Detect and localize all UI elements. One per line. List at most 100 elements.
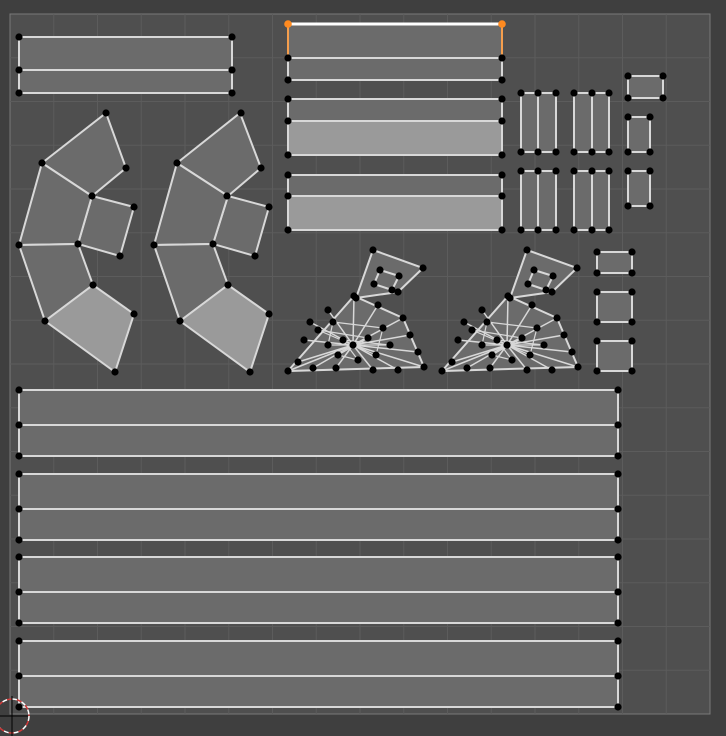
uv-island-strip-top-left[interactable] — [18, 36, 233, 94]
uv-vertex[interactable] — [284, 76, 292, 84]
uv-vertex[interactable] — [503, 341, 511, 349]
uv-vertex[interactable] — [614, 452, 622, 460]
uv-face[interactable] — [18, 36, 233, 71]
uv-vertex[interactable] — [588, 167, 596, 175]
uv-vertex[interactable] — [284, 151, 292, 159]
uv-vertex[interactable] — [38, 159, 46, 167]
uv-vertex[interactable] — [614, 470, 622, 478]
uv-face[interactable] — [18, 424, 619, 457]
uv-vertex[interactable] — [370, 280, 378, 288]
uv-vertex[interactable] — [414, 348, 422, 356]
uv-vertex[interactable] — [605, 226, 613, 234]
uv-vertex[interactable] — [374, 301, 382, 309]
uv-vertex[interactable] — [486, 364, 494, 372]
uv-vertex[interactable] — [552, 148, 560, 156]
uv-vertex[interactable] — [523, 246, 531, 254]
uv-vertex[interactable] — [614, 386, 622, 394]
uv-edge[interactable] — [506, 295, 509, 346]
uv-face[interactable] — [596, 291, 633, 323]
uv-vertex[interactable] — [329, 318, 337, 326]
uv-vertex[interactable] — [324, 306, 332, 314]
uv-vertex[interactable] — [15, 553, 23, 561]
uv-vertex[interactable] — [530, 266, 538, 274]
uv-vertex[interactable] — [173, 159, 181, 167]
uv-vertex[interactable] — [15, 637, 23, 645]
uv-vertex[interactable] — [349, 341, 357, 349]
uv-vertex[interactable] — [228, 33, 236, 41]
uv-vertex[interactable] — [498, 76, 506, 84]
uv-face[interactable] — [287, 23, 503, 59]
uv-vertex[interactable] — [130, 203, 138, 211]
uv-vertex[interactable] — [624, 148, 632, 156]
uv-vertex[interactable] — [438, 367, 446, 375]
uv-vertex[interactable] — [588, 89, 596, 97]
uv-vertex[interactable] — [534, 226, 542, 234]
uv-vertex[interactable] — [284, 54, 292, 62]
uv-vertex[interactable] — [573, 264, 581, 272]
uv-vertex[interactable] — [246, 368, 254, 376]
uv-vertex[interactable] — [498, 54, 506, 62]
uv-vertex[interactable] — [553, 314, 561, 322]
uv-vertex[interactable] — [523, 366, 531, 374]
uv-vertex[interactable] — [448, 358, 456, 366]
uv-vertex[interactable] — [646, 113, 654, 121]
uv-vertex[interactable] — [552, 167, 560, 175]
uv-vertex[interactable] — [379, 324, 387, 332]
uv-vertex[interactable] — [534, 167, 542, 175]
uv-face[interactable] — [627, 75, 664, 99]
uv-face[interactable] — [596, 340, 633, 372]
uv-vertex[interactable] — [420, 363, 428, 371]
uv-vertex[interactable] — [593, 337, 601, 345]
uv-vertex[interactable] — [460, 318, 468, 326]
uv-vertex[interactable] — [524, 280, 532, 288]
uv-vertex[interactable] — [593, 318, 601, 326]
uv-face[interactable] — [18, 556, 619, 593]
uv-vertex[interactable] — [574, 363, 582, 371]
uv-vertex[interactable] — [284, 367, 292, 375]
uv-vertex[interactable] — [533, 324, 541, 332]
uv-vertex[interactable] — [386, 341, 394, 349]
uv-canvas[interactable] — [0, 0, 726, 736]
uv-vertex[interactable] — [540, 341, 548, 349]
uv-vertex[interactable] — [369, 366, 377, 374]
uv-vertex[interactable] — [228, 66, 236, 74]
uv-vertex[interactable] — [560, 331, 568, 339]
uv-vertex[interactable] — [15, 505, 23, 513]
uv-vertex[interactable] — [593, 248, 601, 256]
uv-vertex[interactable] — [528, 301, 536, 309]
uv-vertex[interactable] — [517, 89, 525, 97]
uv-vertex[interactable] — [176, 317, 184, 325]
uv-vertex[interactable] — [628, 248, 636, 256]
uv-face[interactable] — [627, 116, 651, 153]
uv-vertex[interactable] — [15, 672, 23, 680]
uv-vertex[interactable] — [15, 619, 23, 627]
uv-vertex[interactable] — [251, 252, 259, 260]
uv-vertex[interactable] — [659, 72, 667, 80]
uv-vertex[interactable] — [506, 294, 514, 302]
uv-vertex[interactable] — [257, 164, 265, 172]
uv-vertex[interactable] — [294, 358, 302, 366]
uv-vertex[interactable] — [605, 167, 613, 175]
uv-vertex[interactable] — [352, 294, 360, 302]
uv-vertex[interactable] — [399, 314, 407, 322]
uv-vertex[interactable] — [498, 192, 506, 200]
uv-vertex[interactable] — [223, 192, 231, 200]
uv-vertex[interactable] — [614, 637, 622, 645]
uv-face[interactable] — [18, 389, 619, 426]
uv-vertex[interactable] — [15, 470, 23, 478]
uv-face[interactable] — [18, 675, 619, 708]
uv-vertex[interactable] — [265, 203, 273, 211]
uv-vertex[interactable] — [517, 148, 525, 156]
uv-vertex[interactable] — [284, 226, 292, 234]
uv-vertex[interactable] — [534, 89, 542, 97]
uv-vertex[interactable] — [334, 351, 342, 359]
uv-vertex[interactable] — [478, 341, 486, 349]
uv-vertex[interactable] — [483, 318, 491, 326]
uv-vertex[interactable] — [364, 334, 372, 342]
uv-vertex[interactable] — [74, 240, 82, 248]
uv-vertex[interactable] — [498, 95, 506, 103]
uv-vertex[interactable] — [15, 33, 23, 41]
uv-face[interactable] — [18, 640, 619, 677]
uv-vertex[interactable] — [498, 171, 506, 179]
uv-vertex[interactable] — [552, 89, 560, 97]
